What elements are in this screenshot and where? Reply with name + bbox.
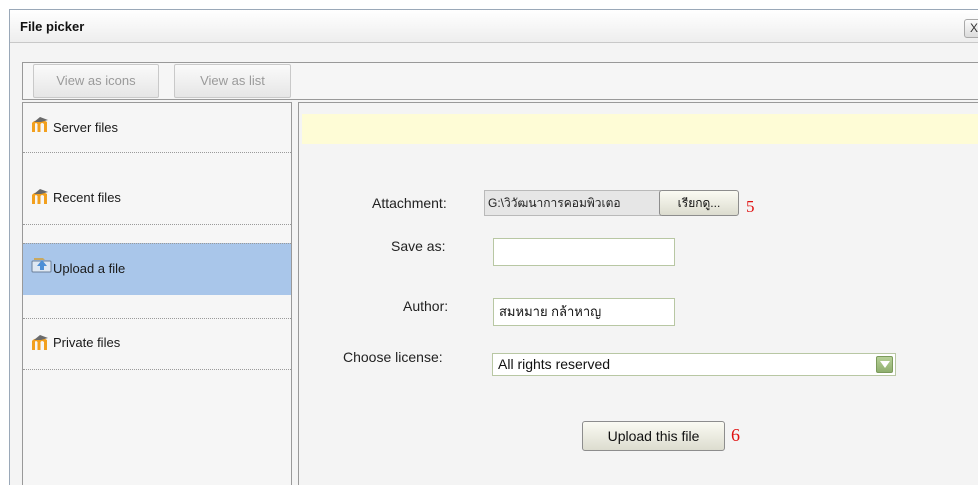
sidebar-item-label: Upload a file xyxy=(53,261,126,276)
sidebar-item-private-files[interactable]: Private files xyxy=(23,318,291,370)
save-as-input[interactable] xyxy=(493,238,675,266)
view-toolbar: View as icons View as list xyxy=(22,62,978,100)
dialog-title: File picker xyxy=(20,19,85,34)
author-input[interactable]: สมหมาย กล้าหาญ xyxy=(493,298,675,326)
view-as-list-button[interactable]: View as list xyxy=(174,64,291,98)
upload-panel: Attachment: G:\วิวัฒนาการคอมพิวเตอ เรียก… xyxy=(298,102,978,485)
sidebar-item-label: Private files xyxy=(53,335,121,350)
author-label: Author: xyxy=(403,298,449,314)
sidebar-item-label: Server files xyxy=(53,120,119,135)
browse-button[interactable]: เรียกดู... xyxy=(659,190,739,216)
notice-bar xyxy=(302,114,978,144)
moodle-icon xyxy=(31,188,53,206)
sidebar-item-server-files[interactable]: Server files xyxy=(23,106,291,153)
upload-icon xyxy=(31,255,53,273)
close-button[interactable]: X xyxy=(964,19,978,38)
view-as-icons-button[interactable]: View as icons xyxy=(33,64,159,98)
sidebar-item-upload-a-file[interactable]: Upload a file xyxy=(23,243,291,295)
step-annotation-5: 5 xyxy=(746,197,755,216)
dialog-titlebar: File picker X xyxy=(10,10,978,43)
file-picker-dialog: File picker X View as icons View as list… xyxy=(9,9,978,485)
repository-sidebar: Server files Recent files Upload a file … xyxy=(22,102,292,485)
moodle-icon xyxy=(31,116,53,134)
license-label: Choose license: xyxy=(343,349,443,365)
sidebar-item-label: Recent files xyxy=(53,190,121,205)
chevron-down-icon[interactable] xyxy=(876,356,893,373)
license-select[interactable]: All rights reserved xyxy=(492,353,896,376)
upload-file-button[interactable]: Upload this file xyxy=(582,421,725,451)
moodle-icon xyxy=(31,334,53,352)
save-as-label: Save as: xyxy=(391,238,446,254)
sidebar-item-recent-files[interactable]: Recent files xyxy=(23,175,291,225)
step-annotation-6: 6 xyxy=(731,425,740,445)
attachment-file-field[interactable]: G:\วิวัฒนาการคอมพิวเตอ xyxy=(484,190,661,216)
attachment-label: Attachment: xyxy=(372,195,447,211)
license-selected-value: All rights reserved xyxy=(498,356,611,372)
